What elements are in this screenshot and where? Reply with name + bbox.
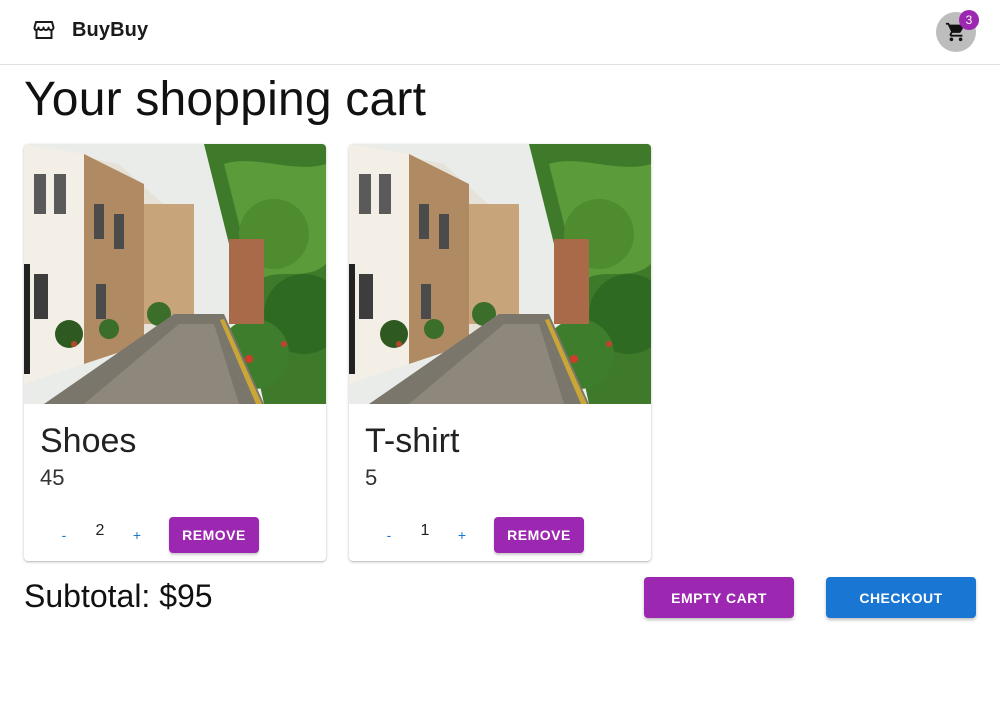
storefront-icon	[32, 18, 56, 42]
empty-cart-button[interactable]: EMPTY CART	[644, 577, 794, 618]
remove-item-button[interactable]: REMOVE	[494, 517, 584, 553]
cart-item-card: T-shirt 5 - 1 + REMOVE	[349, 144, 651, 561]
product-name: Shoes	[40, 422, 137, 460]
checkout-button[interactable]: CHECKOUT	[826, 577, 976, 618]
cart-item-card: Shoes 45 - 2 + REMOVE	[24, 144, 326, 561]
decrease-quantity-button[interactable]: -	[49, 524, 79, 546]
subtotal-text: Subtotal: $95	[24, 578, 213, 614]
remove-item-button[interactable]: REMOVE	[169, 517, 259, 553]
quantity-value: 1	[420, 522, 430, 539]
product-image	[349, 144, 651, 404]
product-price: 45	[40, 465, 65, 490]
product-price: 5	[365, 465, 378, 490]
product-name: T-shirt	[365, 422, 460, 460]
app-bar: BuyBuy 3	[0, 0, 1000, 65]
brand-name: BuyBuy	[72, 18, 149, 41]
quantity-value: 2	[95, 522, 105, 539]
increase-quantity-button[interactable]: +	[447, 524, 477, 546]
decrease-quantity-button[interactable]: -	[374, 524, 404, 546]
increase-quantity-button[interactable]: +	[122, 524, 152, 546]
brand[interactable]: BuyBuy	[32, 18, 148, 42]
page-title: Your shopping cart	[24, 73, 427, 126]
product-image	[24, 144, 326, 404]
cart-count-badge: 3	[959, 10, 979, 30]
